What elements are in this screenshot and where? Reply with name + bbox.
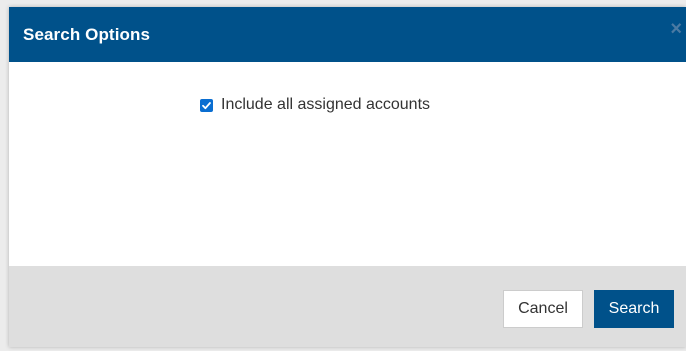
- checkmark-icon: [202, 101, 211, 109]
- cancel-button[interactable]: Cancel: [503, 290, 583, 328]
- include-all-assigned-option[interactable]: Include all assigned accounts: [200, 96, 430, 114]
- search-button[interactable]: Search: [594, 290, 674, 328]
- dialog-header: Search Options ×: [9, 7, 686, 62]
- close-icon[interactable]: ×: [670, 19, 682, 39]
- include-all-assigned-checkbox[interactable]: [200, 98, 213, 112]
- dialog-title: Search Options: [23, 24, 151, 44]
- dialog-body: Include all assigned accounts: [9, 62, 686, 266]
- search-options-dialog: Search Options × Include all assigned ac…: [9, 7, 686, 347]
- include-all-assigned-label: Include all assigned accounts: [221, 96, 431, 113]
- dialog-footer: Cancel Search: [9, 266, 686, 347]
